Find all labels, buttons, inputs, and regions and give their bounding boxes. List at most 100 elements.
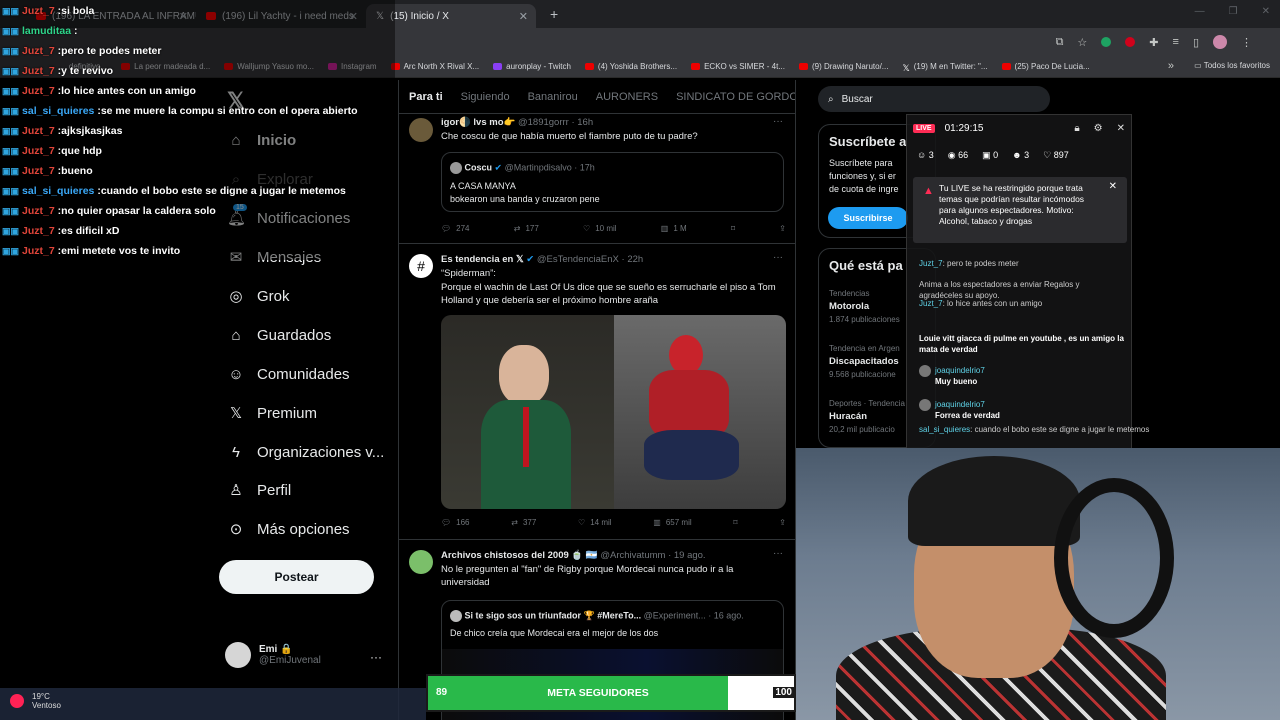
tweet[interactable]: # Es tendencia en 𝕏 ✔ @EsTendenciaEnX · … bbox=[399, 244, 795, 540]
youtube-icon bbox=[584, 63, 594, 70]
nav-profile[interactable]: ♙ Perfil bbox=[227, 478, 291, 502]
bookmark[interactable]: (25) Paco De Lucia... bbox=[1001, 62, 1090, 71]
x-logo-icon: 𝕏 bbox=[902, 63, 910, 73]
bookmark[interactable]: auronplay - Twitch bbox=[493, 62, 571, 71]
like-button[interactable]: ♡ 14 mil bbox=[578, 518, 612, 527]
tweet[interactable]: igor🌗 lvs mo👉 @1891gorrr · 16h ··· Che c… bbox=[399, 114, 795, 244]
close-window-icon[interactable]: ✕ bbox=[1262, 6, 1270, 17]
reply-count: 166 bbox=[456, 518, 470, 527]
bookmark[interactable]: Arc North X Rival X... bbox=[390, 62, 479, 71]
all-bookmarks-button[interactable]: ▭ Todos los favoritos bbox=[1194, 61, 1270, 70]
bookmark-button[interactable]: ⌑ bbox=[733, 518, 737, 527]
repost-button[interactable]: ⇄ 177 bbox=[514, 224, 539, 233]
nav-communities[interactable]: ☺ Comunidades bbox=[227, 362, 349, 386]
chat-message: ▣▣ Juzt_7 : bueno bbox=[2, 161, 395, 181]
nav-grok[interactable]: ◎ Grok bbox=[227, 284, 289, 308]
quote-author: Si te sigo sos un triunfador 🏆 #MereTo..… bbox=[464, 610, 642, 621]
stat-value: 3 bbox=[928, 150, 934, 160]
bookmark-label: (9) Drawing Naruto/... bbox=[811, 62, 889, 71]
youtube-icon bbox=[1001, 63, 1011, 70]
stat-value: 66 bbox=[958, 149, 969, 160]
chat-badge-icon: ▣▣ bbox=[2, 145, 20, 156]
chat-badge-icon: ▣▣ bbox=[2, 45, 20, 56]
extension-icon[interactable] bbox=[1101, 37, 1112, 47]
panel-line: funciones y, si er bbox=[829, 171, 896, 181]
stat-value: 897 bbox=[1053, 149, 1069, 160]
tweet-author[interactable]: Es tendencia en 𝕏 bbox=[441, 254, 524, 265]
puzzle-icon[interactable]: ✚ bbox=[1149, 36, 1158, 49]
more-icon[interactable]: ··· bbox=[370, 650, 382, 664]
chat-username: Juzt_7 bbox=[22, 45, 55, 57]
reply-button[interactable]: 💬︎ 274 bbox=[441, 224, 470, 233]
repost-button[interactable]: ⇄ 377 bbox=[511, 518, 536, 527]
account-switcher[interactable]: Emi 🔒 @EmiJuvenal bbox=[225, 642, 321, 668]
profile-avatar[interactable] bbox=[1213, 35, 1227, 49]
chat-message: ▣▣ lamuditaa : bbox=[2, 21, 395, 41]
tab-following[interactable]: Siguiendo bbox=[461, 91, 510, 103]
more-icon[interactable]: ··· bbox=[773, 548, 783, 559]
search-input[interactable]: ⌕ Buscar bbox=[818, 86, 1050, 112]
reply-button[interactable]: 💬︎ 166 bbox=[441, 518, 470, 527]
avatar bbox=[409, 550, 433, 574]
bookmark[interactable]: (9) Drawing Naruto/... bbox=[798, 62, 889, 71]
tweet-handle: @Archivatumm · 19 ago. bbox=[600, 550, 706, 561]
chat-badge-icon: ▣▣ bbox=[2, 245, 20, 256]
lock-icon[interactable]: 🔒︎ bbox=[1074, 123, 1079, 134]
nav-more[interactable]: ⊙ Más opciones bbox=[227, 517, 350, 541]
tab-list[interactable]: Bananirou bbox=[528, 91, 578, 103]
close-icon[interactable]: ✕ bbox=[1109, 181, 1117, 192]
quoted-tweet[interactable]: Coscu ✔ @Martinpdisalvo · 17h A CASA MAN… bbox=[441, 152, 784, 212]
nav-bookmarks[interactable]: ⌂ Guardados bbox=[227, 323, 331, 347]
like-button[interactable]: ♡ 10 mil bbox=[583, 224, 617, 233]
minimize-icon[interactable]: — bbox=[1195, 6, 1205, 17]
weather-widget[interactable]: 19°C Ventoso bbox=[10, 692, 61, 710]
trend-item[interactable]: Tendencia en Argen Discapacitados 9.568 pu… bbox=[829, 344, 900, 379]
tweet-author[interactable]: Archivos chistosos del 2009 🍵 🇦🇷 bbox=[441, 550, 598, 561]
extension-icon[interactable] bbox=[1125, 37, 1136, 47]
bookmark[interactable]: ECKO vs SIMER - 4t... bbox=[691, 62, 785, 71]
post-button[interactable]: Postear bbox=[219, 560, 374, 594]
star-icon[interactable]: ☆ bbox=[1077, 36, 1087, 49]
tab-for-you[interactable]: Para ti bbox=[409, 91, 443, 103]
media-icon[interactable]: ≡ bbox=[1173, 36, 1179, 48]
chat-badge-icon: ▣▣ bbox=[2, 205, 20, 216]
tweet-media[interactable] bbox=[441, 315, 786, 509]
subscribe-button[interactable]: Suscribirse bbox=[828, 207, 908, 229]
panel-title: Suscríbete a bbox=[829, 134, 907, 149]
nav-premium[interactable]: 𝕏 Premium bbox=[227, 401, 317, 425]
trend-item[interactable]: Tendencias Motorola 1.874 publicaciones bbox=[829, 289, 900, 324]
comment-user: joaquindelrio7 bbox=[935, 400, 985, 410]
sidepanel-icon[interactable]: ▯ bbox=[1193, 36, 1199, 49]
tab-list[interactable]: AURONERS bbox=[596, 91, 658, 103]
trend-item[interactable]: Deportes · Tendencia Huracán 20,2 mil publ… bbox=[829, 399, 905, 434]
more-icon[interactable]: ··· bbox=[773, 252, 783, 263]
maximize-icon[interactable]: ❐ bbox=[1229, 6, 1238, 17]
bookmark[interactable]: 𝕏 (19) M en Twitter: "... bbox=[902, 62, 987, 73]
install-icon[interactable]: ⧉ bbox=[1056, 36, 1064, 49]
bookmarks-overflow-button[interactable]: » bbox=[1168, 60, 1174, 72]
reply-count: 274 bbox=[456, 224, 470, 233]
bookmark-button[interactable]: ⌑ bbox=[731, 224, 735, 233]
settings-icon[interactable]: ⚙ bbox=[1094, 123, 1103, 134]
share-button[interactable]: ⇪ bbox=[779, 518, 786, 527]
warning-icon: ▲ bbox=[923, 185, 934, 197]
followers-stat: ☻ 3 bbox=[1012, 150, 1030, 160]
new-tab-button[interactable]: + bbox=[550, 6, 558, 22]
chat-message: ▣▣ Juzt_7 : lo hice antes con un amigo bbox=[2, 81, 395, 101]
tab-list[interactable]: SINDICATO DE GORDOS V bbox=[676, 91, 795, 103]
chart-icon: ▥ bbox=[653, 518, 661, 527]
nav-organizations[interactable]: ϟ Organizaciones v... bbox=[227, 440, 384, 464]
views-button[interactable]: ▥ 1 M bbox=[661, 224, 687, 233]
share-button[interactable]: ⇪ bbox=[779, 224, 786, 233]
goal-label: META SEGUIDORES bbox=[547, 687, 649, 699]
tweet-author[interactable]: igor🌗 lvs mo👉 bbox=[441, 117, 515, 128]
more-icon[interactable]: ··· bbox=[773, 116, 783, 127]
bookmark[interactable]: (4) Yoshida Brothers... bbox=[584, 62, 677, 71]
menu-icon[interactable]: ⋮ bbox=[1241, 36, 1252, 49]
tweet-text: Che coscu de que había muerto el fiambre… bbox=[441, 131, 698, 142]
close-icon[interactable]: ✕ bbox=[519, 10, 528, 23]
avatar: # bbox=[409, 254, 433, 278]
views-button[interactable]: ▥ 657 mil bbox=[653, 518, 691, 527]
chat-text: es dificil xD bbox=[61, 225, 120, 237]
close-icon[interactable]: ✕ bbox=[1117, 123, 1125, 134]
